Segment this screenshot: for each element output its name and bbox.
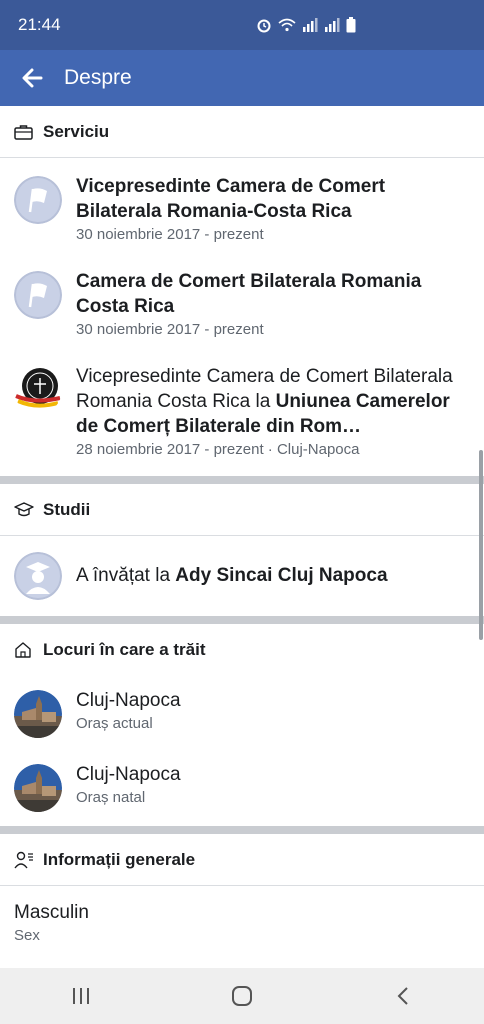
signal-icon <box>303 18 318 32</box>
gender-label: Sex <box>14 927 40 944</box>
work-item[interactable]: Camera de Comert Bilaterala Romania Cost… <box>0 243 484 338</box>
signal-icon-2 <box>325 18 340 32</box>
section-divider <box>0 616 484 624</box>
app-bar: Despre <box>0 50 484 106</box>
place-type: Oraș actual <box>76 715 153 732</box>
chevron-left-icon <box>397 987 409 1005</box>
work-title: Camera de Comert Bilaterala Romania Cost… <box>76 271 422 317</box>
organization-logo <box>14 366 62 414</box>
place-item[interactable]: Cluj-Napoca Oraș natal <box>0 738 484 812</box>
page-title: Despre <box>64 66 132 89</box>
place-name: Cluj-Napoca <box>76 690 181 711</box>
briefcase-icon <box>14 122 34 142</box>
education-section-title: Studii <box>43 499 91 519</box>
home-button[interactable] <box>212 968 272 1024</box>
work-item[interactable]: Vicepresedinte Camera de Comert Bilatera… <box>0 158 484 243</box>
education-prefix: A învățat la <box>76 564 176 586</box>
gender-item: Masculin Sex <box>0 886 484 944</box>
alarm-icon <box>257 19 271 33</box>
scrollbar-thumb[interactable] <box>479 450 483 640</box>
recent-apps-button[interactable] <box>51 968 111 1024</box>
work-dates: 30 noiembrie 2017 - prezent <box>76 321 264 338</box>
places-section-header: Locuri în care a trăit <box>0 624 484 676</box>
gender-value: Masculin <box>14 902 89 923</box>
about-content: Serviciu Vicepresedinte Camera de Comert… <box>0 106 484 968</box>
work-section-title: Serviciu <box>43 121 110 141</box>
work-dates: 28 noiembrie 2017 - prezent · Cluj-Napoc… <box>76 441 360 458</box>
home-icon <box>14 640 34 660</box>
work-title: Vicepresedinte Camera de Comert Bilatera… <box>76 364 470 439</box>
school-link[interactable]: Ady Sincai Cluj Napoca <box>175 565 387 586</box>
education-section-header: Studii <box>0 484 484 536</box>
education-text: A învățat la Ady Sincai Cluj Napoca <box>76 563 470 588</box>
section-divider <box>0 476 484 484</box>
graduation-cap-icon <box>14 500 34 520</box>
system-nav-bar <box>0 968 484 1024</box>
work-item[interactable]: Vicepresedinte Camera de Comert Bilatera… <box>0 338 484 458</box>
education-item[interactable]: A învățat la Ady Sincai Cluj Napoca <box>0 536 484 616</box>
work-placeholder-avatar <box>14 176 62 224</box>
status-icons <box>256 17 356 33</box>
city-photo <box>14 764 62 812</box>
place-name: Cluj-Napoca <box>76 764 181 785</box>
status-bar: 21:44 <box>0 0 484 50</box>
system-back-button[interactable] <box>373 968 433 1024</box>
back-arrow-icon <box>22 68 43 88</box>
general-section-title: Informații generale <box>43 849 196 869</box>
battery-icon <box>346 17 356 33</box>
work-dates: 30 noiembrie 2017 - prezent <box>76 226 264 243</box>
wifi-icon <box>278 18 296 32</box>
school-placeholder-avatar <box>14 552 62 600</box>
place-type: Oraș natal <box>76 789 146 806</box>
person-list-icon <box>14 850 34 870</box>
places-section-title: Locuri în care a trăit <box>43 640 206 659</box>
home-circle-icon <box>231 986 252 1006</box>
back-button[interactable] <box>0 50 64 106</box>
status-time: 21:44 <box>18 15 61 34</box>
recent-apps-icon <box>72 988 89 1004</box>
work-placeholder-avatar <box>14 271 62 319</box>
section-divider <box>0 826 484 834</box>
work-section-header: Serviciu <box>0 106 484 158</box>
city-photo <box>14 690 62 738</box>
place-item[interactable]: Cluj-Napoca Oraș actual <box>0 676 484 738</box>
work-title: Vicepresedinte Camera de Comert Bilatera… <box>76 176 386 222</box>
general-section-header: Informații generale <box>0 834 484 886</box>
